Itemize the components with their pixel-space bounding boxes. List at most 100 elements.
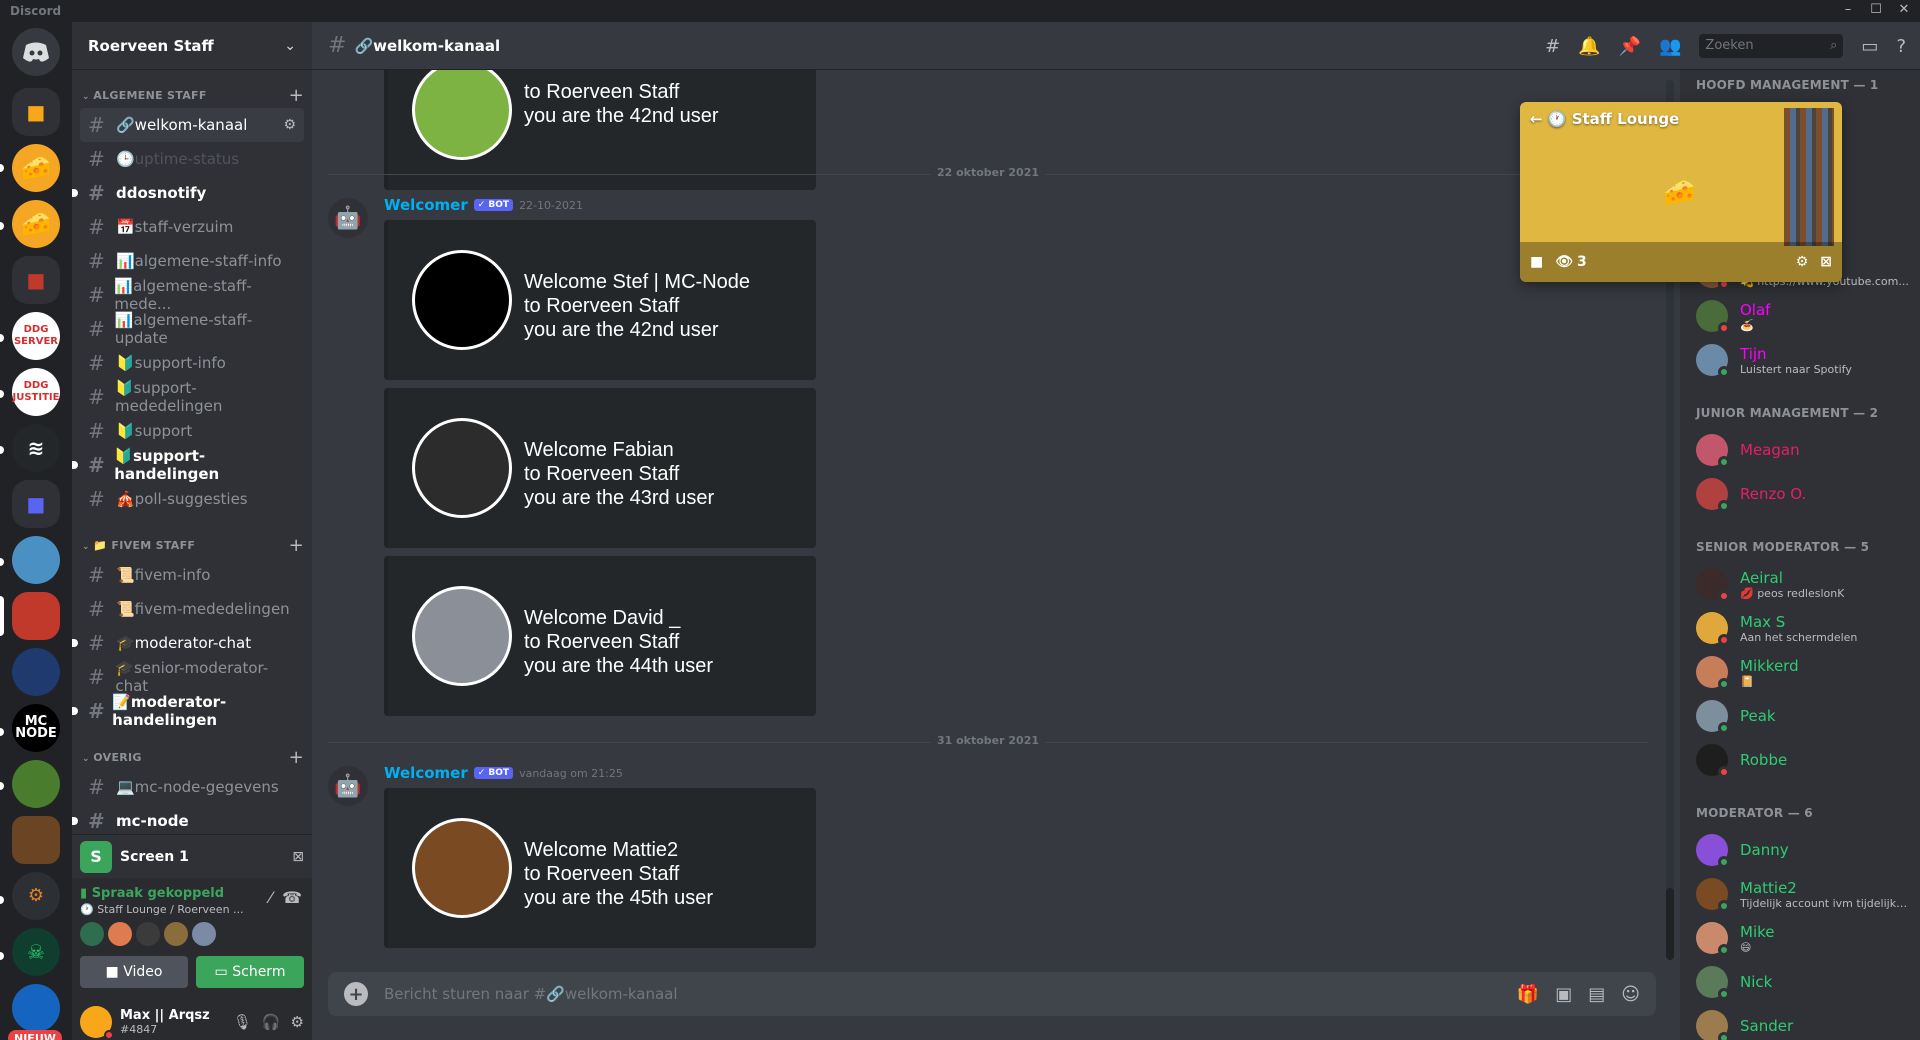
channel-moderator-handelingen[interactable]: # 📝moderator-handelingen: [72, 693, 304, 729]
category-algemene-staff[interactable]: ⌄ ALGEMENE STAFF +: [80, 82, 304, 108]
member-max-s[interactable]: Max S Aan het schermdelen: [1688, 606, 1912, 650]
server-skull[interactable]: ☠: [12, 928, 60, 976]
bell-icon[interactable]: 🔔: [1578, 36, 1600, 57]
add-channel-icon[interactable]: +: [289, 747, 304, 768]
help-icon[interactable]: ?: [1896, 36, 1906, 57]
avatar[interactable]: [108, 922, 132, 946]
threads-icon[interactable]: #: [1545, 36, 1560, 57]
message-author[interactable]: Welcomer: [384, 196, 468, 214]
disconnect-icon[interactable]: ☎: [282, 888, 302, 907]
avatar[interactable]: [164, 922, 188, 946]
channel-algemene-staff-mededelingen[interactable]: # 📊algemene-staff-mede...: [80, 277, 304, 313]
channel-fivem-mededelingen[interactable]: # 📜fivem-mededelingen: [80, 592, 304, 626]
close-button[interactable]: ✕: [1892, 2, 1916, 17]
avatar[interactable]: [80, 1006, 114, 1040]
avatar[interactable]: 🤖: [328, 198, 368, 238]
server-folder-yellow[interactable]: ■: [12, 88, 60, 136]
channel-mc-node-gegevens[interactable]: # 💻mc-node-gegevens: [80, 770, 304, 804]
screen-share-panel[interactable]: S Screen 1 ⊠: [72, 834, 312, 878]
member-meagan[interactable]: Meagan: [1688, 428, 1912, 472]
camera-icon[interactable]: ■: [1530, 254, 1543, 270]
inbox-icon[interactable]: ▭: [1861, 36, 1878, 57]
headphones-icon[interactable]: 🎧: [262, 1013, 281, 1031]
gear-icon[interactable]: ⚙: [291, 1013, 304, 1031]
gift-icon[interactable]: 🎁: [1517, 984, 1539, 1005]
channel-poll-suggesties[interactable]: # 🎪poll-suggesties: [80, 482, 304, 516]
channel-staff-verzuim[interactable]: # 📅staff-verzuim: [80, 210, 304, 244]
minimize-button[interactable]: –: [1836, 2, 1860, 17]
server-eagle[interactable]: [12, 648, 60, 696]
maximize-button[interactable]: ☐: [1864, 2, 1888, 17]
gear-icon[interactable]: ⚙: [1796, 254, 1809, 270]
member-danny[interactable]: Danny: [1688, 828, 1912, 872]
channel-fivem-info[interactable]: # 📜fivem-info: [80, 558, 304, 592]
category-overig[interactable]: ⌄ OVERIG +: [80, 744, 304, 770]
member-aeiral[interactable]: Aeiral 💋 peos redleslonK: [1688, 562, 1912, 606]
message-author[interactable]: Welcomer: [384, 764, 468, 782]
member-peak[interactable]: Peak: [1688, 694, 1912, 738]
server-folder-blue[interactable]: ■: [12, 480, 60, 528]
server-city-1[interactable]: [12, 536, 60, 584]
server-cheese-2[interactable]: 🧀: [12, 200, 60, 248]
server-blue[interactable]: [12, 984, 60, 1032]
members-icon[interactable]: 👥: [1659, 36, 1681, 57]
server-green[interactable]: [12, 760, 60, 808]
stop-stream-icon[interactable]: ⊠: [1820, 254, 1832, 270]
server-cheese-1[interactable]: 🧀: [12, 144, 60, 192]
member-tijn[interactable]: Tijn Luistert naar Spotify: [1688, 338, 1912, 382]
channel-algemene-staff-update[interactable]: # 📊algemene-staff-update: [80, 311, 304, 347]
video-button[interactable]: ■ Video: [80, 956, 188, 988]
member-renzo[interactable]: Renzo O.: [1688, 472, 1912, 516]
member-robbe[interactable]: Robbe: [1688, 738, 1912, 782]
pin-icon[interactable]: 📌: [1619, 36, 1641, 57]
message-composer[interactable]: + Bericht sturen naar #🔗welkom-kanaal 🎁 …: [328, 972, 1656, 1016]
channel-support-handelingen[interactable]: # 🔰support-handelingen: [72, 447, 304, 483]
channel-mc-node[interactable]: # mc-node: [72, 804, 304, 836]
channel-welkom-kanaal[interactable]: # 🔗welkom-kanaal ⚙: [80, 108, 304, 142]
gear-icon[interactable]: ⚙: [283, 117, 296, 133]
gif-icon[interactable]: ▣: [1555, 984, 1572, 1005]
channel-support-mededelingen[interactable]: # 🔰support-mededelingen: [80, 379, 304, 415]
scrollbar-thumb[interactable]: [1666, 888, 1674, 960]
add-channel-icon[interactable]: +: [289, 535, 304, 556]
emoji-icon[interactable]: ☺: [1621, 984, 1640, 1005]
home-button[interactable]: [12, 28, 60, 76]
add-channel-icon[interactable]: +: [289, 85, 304, 106]
channel-ddosnotify[interactable]: # ddosnotify: [72, 176, 304, 210]
server-mc-node[interactable]: MC NODE: [12, 704, 60, 752]
server-ddg-server[interactable]: DDG SERVER: [12, 312, 60, 360]
member-nick[interactable]: Nick: [1688, 960, 1912, 1004]
server-autobase[interactable]: ⚙: [12, 872, 60, 920]
server-wings[interactable]: ≋: [12, 424, 60, 472]
sticker-icon[interactable]: ▤: [1588, 984, 1605, 1005]
noise-suppression-icon[interactable]: ⁄: [269, 888, 272, 907]
member-sander[interactable]: Sander: [1688, 1004, 1912, 1040]
channel-support[interactable]: # 🔰support: [80, 414, 304, 448]
server-ddg-justitie[interactable]: DDG JUSTITIE: [12, 368, 60, 416]
avatar[interactable]: [136, 922, 160, 946]
stream-popout[interactable]: ← 🕐 Staff Lounge 🧀 ■ 👁 3 ⚙ ⊠: [1520, 102, 1842, 282]
server-minecraft[interactable]: [12, 816, 60, 864]
back-arrow-icon[interactable]: ←: [1530, 110, 1548, 128]
channel-algemene-staff-info[interactable]: # 📊algemene-staff-info: [80, 244, 304, 278]
category-fivem-staff[interactable]: ⌄ 📁 FIVEM STAFF +: [80, 532, 304, 558]
search-input[interactable]: Zoeken ⌕: [1699, 34, 1844, 58]
member-mattie2[interactable]: Mattie2 Tijdelijk account ivm tijdelijk g…: [1688, 872, 1912, 916]
channel-support-info[interactable]: # 🔰support-info: [80, 346, 304, 380]
channel-moderator-chat[interactable]: # 🎓moderator-chat: [72, 626, 304, 660]
avatar[interactable]: 🤖: [328, 766, 368, 806]
avatar[interactable]: [80, 922, 104, 946]
member-mike[interactable]: Mike 😄: [1688, 916, 1912, 960]
microphone-icon[interactable]: 🎙: [233, 1013, 252, 1031]
member-mikkerd[interactable]: Mikkerd 📔: [1688, 650, 1912, 694]
screen-button[interactable]: ▭ Scherm: [196, 956, 304, 988]
member-olaf[interactable]: Olaf 🍝: [1688, 294, 1912, 338]
guild-header[interactable]: Roerveen Staff ⌄: [72, 22, 312, 70]
stop-stream-icon[interactable]: ⊠: [292, 849, 304, 865]
server-folder-red[interactable]: ■: [12, 256, 60, 304]
add-attachment-icon[interactable]: +: [344, 982, 368, 1006]
server-city-2[interactable]: [12, 592, 60, 640]
channel-uptime-status[interactable]: # 🕒uptime-status: [80, 142, 304, 176]
channel-senior-moderator-chat[interactable]: # 🎓senior-moderator-chat: [80, 659, 304, 695]
avatar[interactable]: [192, 922, 216, 946]
